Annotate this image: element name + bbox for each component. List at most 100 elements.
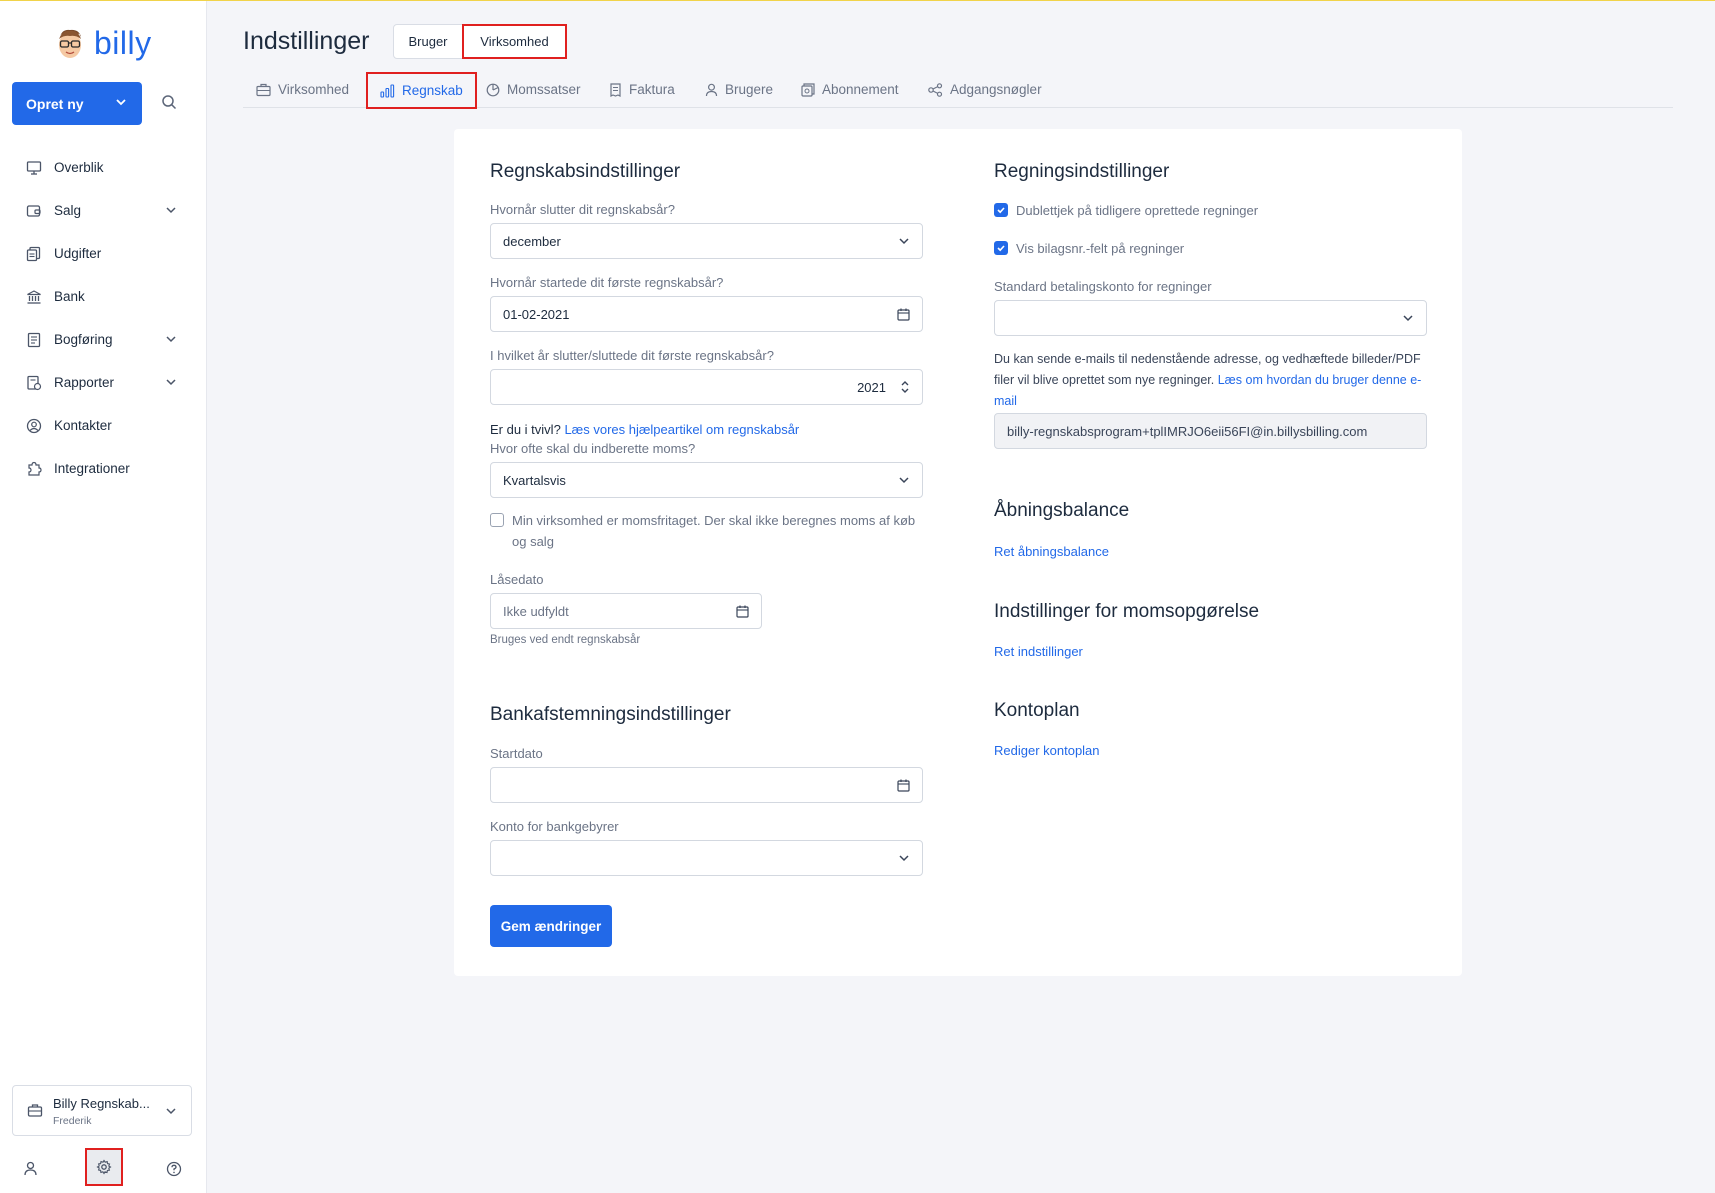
receipts-icon: [26, 246, 42, 262]
pie-icon: [486, 83, 500, 96]
help-icon: [166, 1161, 182, 1177]
contact-icon: [26, 418, 42, 434]
sidebar-item-rapporter[interactable]: Rapporter: [0, 361, 207, 404]
bar-chart-icon: [380, 83, 395, 98]
sidebar-item-label: Overblik: [54, 160, 104, 175]
sidebar-item-overblik[interactable]: Overblik: [0, 146, 207, 189]
payment-account-select[interactable]: [994, 300, 1427, 336]
vat-exempt-checkbox-row[interactable]: Min virksomhed er momsfritaget. Der skal…: [490, 510, 923, 552]
edit-opening-balance-link[interactable]: Ret åbningsbalance: [994, 544, 1109, 559]
first-start-date-field[interactable]: 01-02-2021: [490, 296, 923, 332]
first-end-year-stepper[interactable]: 2021: [490, 369, 923, 405]
tab-adgangsnoegler[interactable]: Adgangsnøgler: [928, 73, 1042, 106]
page-title: Indstillinger: [243, 27, 370, 55]
sidebar-item-integrationer[interactable]: Integrationer: [0, 447, 207, 490]
monitor-icon: [26, 160, 42, 176]
stepper-arrows-icon: [901, 381, 909, 393]
vat-period-select[interactable]: Kvartalsvis: [490, 462, 923, 498]
tab-label: Abonnement: [822, 82, 899, 97]
accounting-settings-title: Regnskabsindstillinger: [490, 161, 681, 182]
calendar-icon: [897, 779, 910, 792]
chevron-down-icon: [899, 855, 909, 862]
vat-period-label: Hvor ofte skal du indberette moms?: [490, 441, 696, 456]
duplicate-check-label: Dublettjek på tidligere oprettede regnin…: [1016, 203, 1259, 218]
fiscal-year-help-link[interactable]: Læs vores hjælpeartikel om regnskabsår: [564, 422, 799, 437]
sidebar-item-label: Kontakter: [54, 418, 112, 433]
calendar-icon: [736, 605, 749, 618]
sidebar-item-kontakter[interactable]: Kontakter: [0, 404, 207, 447]
bill-email-address-field[interactable]: billy-regnskabsprogram+tplIMRJO6eii56FI@…: [994, 413, 1427, 449]
tab-faktura[interactable]: Faktura: [609, 73, 675, 106]
calendar-icon: [897, 308, 910, 321]
sidebar-item-label: Bank: [54, 289, 85, 304]
invoice-icon: [610, 82, 621, 97]
tab-virksomhed[interactable]: Virksomhed: [256, 73, 349, 106]
bank-start-date-field[interactable]: [490, 767, 923, 803]
billy-logo[interactable]: billy: [54, 25, 152, 62]
chevron-down-icon: [166, 379, 176, 386]
voucher-field-checkbox[interactable]: [994, 241, 1008, 255]
tab-label: Momssatser: [507, 82, 581, 97]
tab-momssatser[interactable]: Momssatser: [486, 73, 581, 106]
edit-vat-report-settings-link[interactable]: Ret indstillinger: [994, 644, 1083, 659]
segment-company[interactable]: Virksomhed: [462, 24, 567, 59]
edit-chart-of-accounts-link[interactable]: Rediger kontoplan: [994, 743, 1100, 758]
sidebar-item-label: Salg: [54, 203, 82, 218]
sidebar-item-bank[interactable]: Bank: [0, 275, 207, 318]
bank-fee-account-select[interactable]: [490, 840, 923, 876]
brand-name: billy: [94, 25, 152, 61]
chart-of-accounts-title: Kontoplan: [994, 700, 1080, 721]
create-new-button[interactable]: Opret ny: [12, 82, 142, 125]
profile-button[interactable]: [23, 1161, 38, 1181]
sidebar-item-label: Udgifter: [54, 246, 102, 261]
vat-report-settings-title: Indstillinger for momsopgørelse: [994, 601, 1260, 622]
search-button[interactable]: [161, 94, 177, 115]
duplicate-check-row[interactable]: Dublettjek på tidligere oprettede regnin…: [994, 200, 1258, 221]
bill-email-address: billy-regnskabsprogram+tplIMRJO6eii56FI@…: [1007, 423, 1368, 439]
duplicate-check-checkbox[interactable]: [994, 203, 1008, 217]
vat-exempt-label: Min virksomhed er momsfritaget. Der skal…: [512, 513, 916, 549]
sidebar-item-bogfoering[interactable]: Bogføring: [0, 318, 207, 361]
save-changes-button[interactable]: Gem ændringer: [490, 905, 612, 947]
organization-user: Frederik: [53, 1115, 92, 1127]
vat-exempt-checkbox[interactable]: [490, 513, 504, 527]
bill-settings-title: Regningsindstillinger: [994, 161, 1170, 182]
sidebar: billy Opret ny Overblik Salg Udgifter Ba…: [0, 1, 207, 1193]
sidebar-item-label: Rapporter: [54, 375, 115, 390]
voucher-field-row[interactable]: Vis bilagsnr.-felt på regninger: [994, 238, 1184, 259]
fiscal-end-label: Hvornår slutter dit regnskabsår?: [490, 202, 675, 217]
first-end-value: 2021: [857, 379, 886, 395]
organization-switcher[interactable]: Billy Regnskab... Frederik: [12, 1085, 192, 1136]
sidebar-item-salg[interactable]: Salg: [0, 189, 207, 232]
first-end-label: I hvilket år slutter/sluttede dit første…: [490, 348, 774, 363]
tab-label: Regnskab: [402, 83, 463, 98]
search-icon: [162, 95, 177, 110]
vat-period-value: Kvartalsvis: [503, 472, 566, 488]
fiscal-end-value: december: [503, 233, 561, 249]
lock-date-field[interactable]: Ikke udfyldt: [490, 593, 762, 629]
report-icon: [26, 375, 42, 391]
help-button[interactable]: [166, 1161, 182, 1182]
settings-button[interactable]: [85, 1148, 123, 1186]
tab-abonnement[interactable]: Abonnement: [801, 73, 899, 106]
tab-regnskab[interactable]: Regnskab: [366, 72, 477, 109]
payment-account-label: Standard betalingskonto for regninger: [994, 279, 1212, 294]
lock-date-label: Låsedato: [490, 572, 544, 587]
chevron-down-icon: [166, 207, 176, 214]
billy-mascot-icon: [59, 29, 81, 58]
tab-brugere[interactable]: Brugere: [705, 73, 773, 106]
sidebar-item-udgifter[interactable]: Udgifter: [0, 232, 207, 275]
organization-name: Billy Regnskab...: [53, 1096, 150, 1111]
first-start-label: Hvornår startede dit første regnskabsår?: [490, 275, 724, 290]
lock-date-placeholder: Ikke udfyldt: [503, 603, 569, 619]
segment-user[interactable]: Bruger: [393, 24, 463, 59]
settings-card: Regnskabsindstillinger Hvornår slutter d…: [454, 129, 1462, 976]
fiscal-end-select[interactable]: december: [490, 223, 923, 259]
chevron-down-icon: [116, 99, 126, 106]
subscription-icon: [801, 82, 815, 97]
voucher-field-label: Vis bilagsnr.-felt på regninger: [1016, 241, 1185, 256]
first-start-value: 01-02-2021: [503, 306, 570, 322]
checkmark-icon: [997, 245, 1005, 252]
sidebar-footer: [0, 1146, 207, 1186]
sidebar-item-label: Integrationer: [54, 461, 130, 476]
